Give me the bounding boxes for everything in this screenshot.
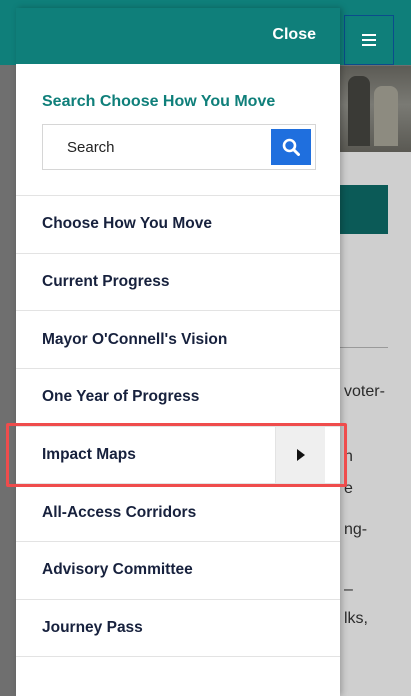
page-text-fragment: lks, [344, 610, 368, 627]
search-button[interactable] [271, 129, 311, 165]
nav-item-journey-pass[interactable]: Journey Pass [16, 598, 340, 657]
nav-link[interactable]: Choose How You Move [16, 215, 340, 233]
highlight-box [6, 423, 347, 487]
nav-item-current-progress[interactable]: Current Progress [16, 252, 340, 311]
screen: voter- n e ng- – lks, Close Search Choos… [0, 0, 411, 696]
nav-link[interactable]: Mayor O'Connell's Vision [16, 331, 340, 349]
nav-link[interactable]: Journey Pass [16, 619, 340, 637]
close-button[interactable]: Close [272, 26, 316, 44]
nav-link[interactable]: All-Access Corridors [16, 504, 340, 522]
nav-link[interactable]: One Year of Progress [16, 388, 340, 406]
nav-drawer: Close Search Choose How You Move Choose … [16, 8, 340, 696]
page-text-fragment: voter- [344, 383, 385, 400]
hero-image [340, 66, 411, 152]
search-input[interactable] [43, 125, 271, 169]
nav-item-choose-how-you-move[interactable]: Choose How You Move [16, 195, 340, 253]
nav-item-mayor-vision[interactable]: Mayor O'Connell's Vision [16, 310, 340, 368]
drawer-header: Close [16, 8, 340, 64]
nav-item-all-access-corridors[interactable]: All-Access Corridors [16, 483, 340, 541]
nav-item-advisory-committee[interactable]: Advisory Committee [16, 541, 340, 599]
nav-link[interactable]: Advisory Committee [16, 561, 340, 579]
nav-link[interactable]: Current Progress [16, 273, 340, 291]
page-teal-block [340, 185, 388, 234]
menu-button[interactable] [344, 15, 394, 65]
search-icon [282, 138, 300, 156]
nav-item-one-year-of-progress[interactable]: One Year of Progress [16, 368, 340, 426]
search-form [42, 124, 316, 170]
page-text-fragment: ng- [344, 521, 368, 538]
hamburger-icon [362, 34, 376, 46]
page-divider [340, 347, 388, 348]
page-text-fragment: – [344, 581, 353, 598]
search-heading: Search Choose How You Move [42, 93, 276, 110]
